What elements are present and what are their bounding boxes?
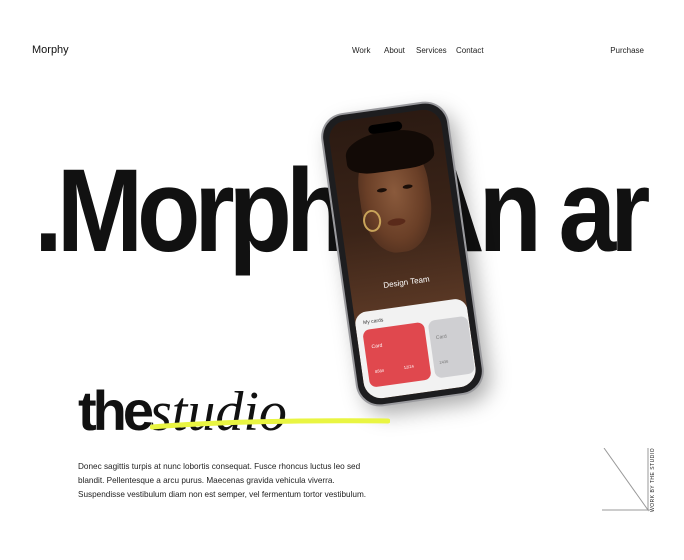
studio-word-studio: studio (150, 381, 287, 443)
corner-line-icon (602, 448, 650, 512)
nav-contact[interactable]: Contact (456, 46, 484, 55)
card-name: Card (435, 333, 448, 342)
card-expiry: 12/24 (403, 363, 415, 370)
screen-title: Design Team (382, 274, 431, 290)
nav-services[interactable]: Services (416, 46, 447, 55)
vertical-label-text: WORK BY THE STUDIO (650, 447, 656, 512)
highlight-stroke (150, 418, 390, 430)
studio-word-the: the (78, 379, 154, 442)
purchase-link[interactable]: Purchase (610, 46, 644, 55)
studio-description: Donec sagittis turpis at nunc lobortis c… (78, 462, 367, 500)
studio-heading: thestudio (78, 378, 390, 443)
card-number: 2436 (439, 358, 449, 365)
card-name: Card (371, 342, 383, 351)
card-number: 8584 (374, 367, 385, 374)
nav-work[interactable]: Work (352, 46, 371, 55)
cards-sheet: My cards Card 8584 12/24 Card 2436 (353, 297, 478, 401)
main-nav: Work About Services Contact (0, 46, 684, 60)
vertical-label: WORK BY THE STUDIO (650, 448, 660, 512)
nav-about[interactable]: About (384, 46, 405, 55)
card-red[interactable]: Card 8584 12/24 (362, 321, 432, 388)
card-grey[interactable]: Card 2436 (427, 315, 476, 379)
cards-sheet-label: My cards (362, 317, 384, 327)
